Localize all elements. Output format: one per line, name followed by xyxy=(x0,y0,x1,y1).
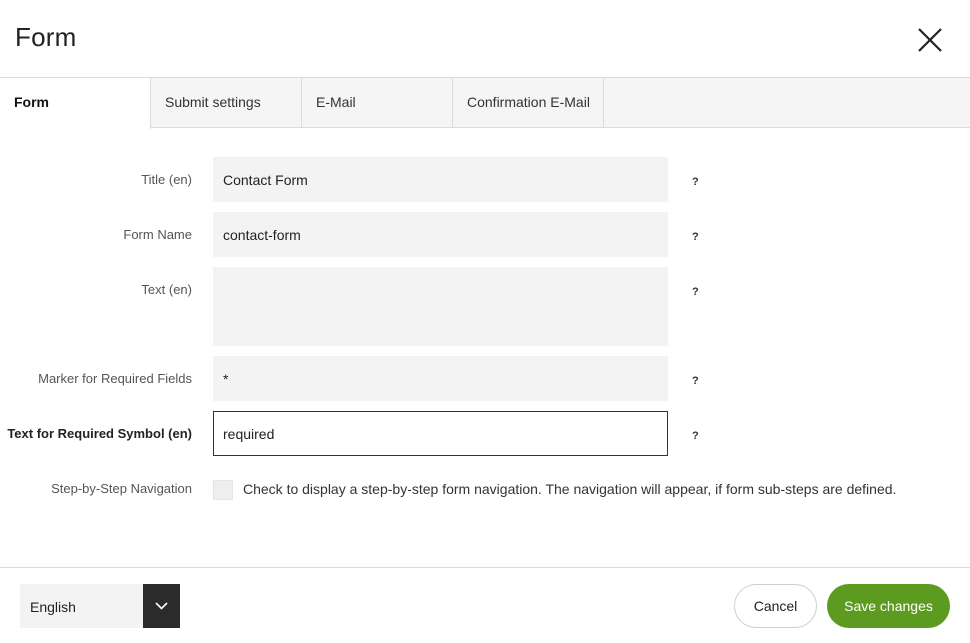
form-name-label: Form Name xyxy=(123,227,192,242)
cancel-button[interactable]: Cancel xyxy=(734,584,817,628)
close-button[interactable] xyxy=(912,22,948,58)
title-label: Title (en) xyxy=(141,172,192,187)
chevron-down-icon xyxy=(155,602,168,610)
text-help[interactable]: ? xyxy=(692,286,699,298)
step-navigation-description: Check to display a step-by-step form nav… xyxy=(243,481,897,497)
form-name-help[interactable]: ? xyxy=(692,231,699,243)
language-select[interactable]: English xyxy=(20,584,180,628)
required-marker-input[interactable] xyxy=(213,356,668,401)
required-symbol-help[interactable]: ? xyxy=(692,430,699,442)
tab-confirmation-email[interactable]: Confirmation E-Mail xyxy=(453,78,604,128)
close-icon xyxy=(918,28,942,52)
dialog-title: Form xyxy=(15,22,77,52)
required-marker-label: Marker for Required Fields xyxy=(38,371,192,386)
save-changes-button[interactable]: Save changes xyxy=(827,584,950,628)
step-navigation-checkbox[interactable] xyxy=(213,480,233,500)
title-input[interactable] xyxy=(213,157,668,202)
tab-bar: Form Submit settings E-Mail Confirmation… xyxy=(0,77,970,129)
step-navigation-label: Step-by-Step Navigation xyxy=(51,481,192,496)
required-symbol-input[interactable] xyxy=(213,411,668,456)
text-label: Text (en) xyxy=(141,282,192,297)
dialog-footer: English Cancel Save changes xyxy=(0,567,970,643)
tab-email[interactable]: E-Mail xyxy=(302,78,453,128)
language-value: English xyxy=(30,599,76,615)
language-dropdown-toggle[interactable] xyxy=(143,584,180,628)
dialog-header: Form xyxy=(0,0,970,77)
form-content: Title (en) ? Form Name ? Text (en) ? Mar… xyxy=(0,128,970,567)
required-marker-help[interactable]: ? xyxy=(692,375,699,387)
text-textarea[interactable] xyxy=(213,267,668,346)
title-help[interactable]: ? xyxy=(692,176,699,188)
tab-submit-settings[interactable]: Submit settings xyxy=(151,78,302,128)
required-symbol-label: Text for Required Symbol (en) xyxy=(7,426,192,441)
form-name-input[interactable] xyxy=(213,212,668,257)
tab-form[interactable]: Form xyxy=(0,78,151,129)
